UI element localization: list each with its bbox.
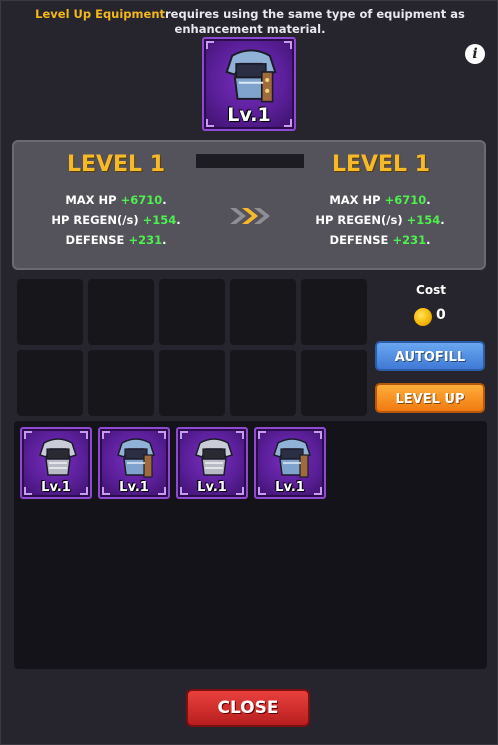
shoulder-armor-icon (225, 49, 277, 103)
item-level-label: Lv.1 (275, 480, 305, 495)
current-stat-row: MAX HP +6710. (65, 193, 167, 207)
double-chevron-right-icon (230, 208, 270, 224)
item-level-label: Lv.1 (119, 480, 149, 495)
cost-value: 0 (436, 307, 446, 323)
material-slot[interactable] (17, 350, 83, 416)
material-slot[interactable] (301, 350, 367, 416)
info-icon[interactable]: i (465, 44, 485, 64)
gold-coin-icon (414, 308, 432, 326)
next-level-title: LEVEL 1 (331, 152, 431, 177)
shoulder-armor-icon (117, 438, 155, 478)
material-slot[interactable] (301, 279, 367, 345)
level-up-dialog: Level Up Equipmentrequires using the sam… (0, 0, 498, 745)
selected-level-label: Lv.1 (227, 104, 271, 126)
next-stats: MAX HP +6710. HP REGEN(/s) +154. DEFENSE… (280, 190, 480, 250)
item-level-label: Lv.1 (41, 480, 71, 495)
material-slot[interactable] (230, 350, 296, 416)
current-stats: MAX HP +6710. HP REGEN(/s) +154. DEFENSE… (16, 190, 216, 250)
shoulder-armor-icon (273, 438, 311, 478)
close-button[interactable]: CLOSE (186, 689, 310, 727)
next-stat-row: MAX HP +6710. (329, 193, 431, 207)
note-highlight: Level Up Equipment (35, 7, 165, 21)
inventory-item-card[interactable]: Lv.1 (254, 427, 326, 499)
inventory-item-card[interactable]: Lv.1 (98, 427, 170, 499)
shoulder-armor-icon (39, 438, 77, 476)
progress-bar (196, 154, 304, 168)
material-slot[interactable] (230, 279, 296, 345)
note-text: requires using the same type of equipmen… (165, 7, 465, 36)
material-slot[interactable] (159, 350, 225, 416)
next-stat-row: DEFENSE +231. (329, 233, 431, 247)
material-slot[interactable] (88, 279, 154, 345)
equipment-inventory[interactable]: Lv.1 Lv.1 Lv.1 Lv.1 (14, 421, 487, 669)
current-stat-row: DEFENSE +231. (65, 233, 167, 247)
material-slot[interactable] (17, 279, 83, 345)
inventory-item-card[interactable]: Lv.1 (176, 427, 248, 499)
instruction-note: Level Up Equipmentrequires using the sam… (21, 7, 479, 37)
shoulder-armor-icon (195, 438, 233, 476)
level-up-button[interactable]: LEVEL UP (375, 383, 485, 413)
current-stat-row: HP REGEN(/s) +154. (51, 213, 181, 227)
autofill-button[interactable]: AUTOFILL (375, 341, 485, 371)
inventory-item-card[interactable]: Lv.1 (20, 427, 92, 499)
selected-equipment-card[interactable]: Lv.1 (202, 37, 296, 131)
next-stat-row: HP REGEN(/s) +154. (315, 213, 445, 227)
item-level-label: Lv.1 (197, 480, 227, 495)
current-level-title: LEVEL 1 (66, 152, 166, 177)
material-slot[interactable] (159, 279, 225, 345)
stats-comparison-panel: LEVEL 1 LEVEL 1 MAX HP +6710. HP REGEN(/… (12, 140, 486, 270)
cost-label: Cost (416, 283, 446, 297)
material-slot[interactable] (88, 350, 154, 416)
